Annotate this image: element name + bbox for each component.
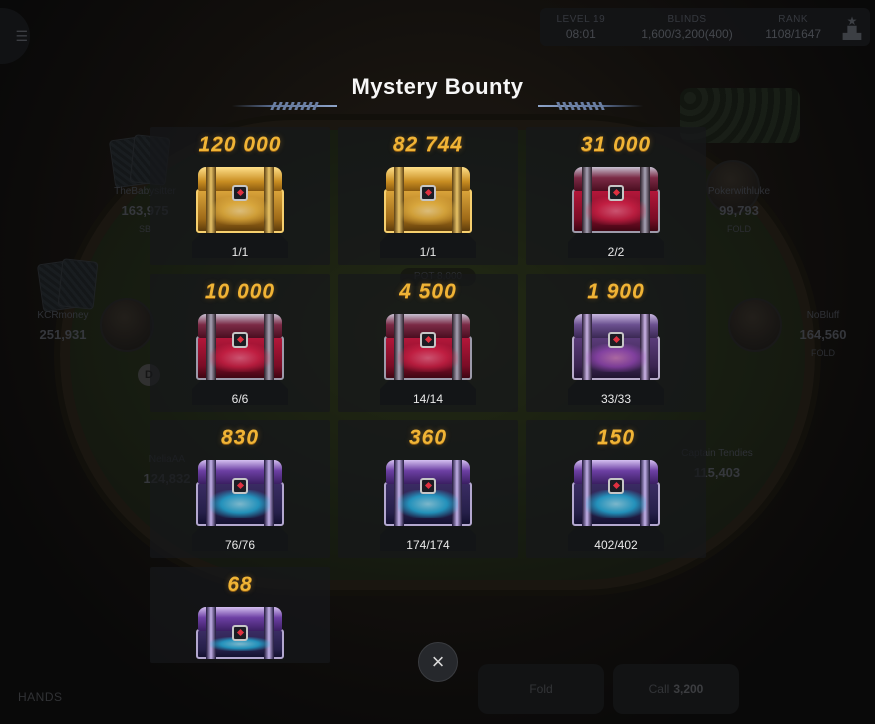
treasure-chest-icon: [384, 460, 472, 526]
close-button[interactable]: ×: [418, 642, 458, 682]
bounty-count: 1/1: [231, 245, 249, 259]
close-icon: ×: [431, 649, 445, 674]
treasure-chest-icon: [196, 167, 284, 233]
bounty-count: 174/174: [406, 538, 450, 552]
treasure-chest-icon: [196, 460, 284, 526]
treasure-chest-icon: [384, 167, 472, 233]
bounty-tile: 830 76/76: [150, 420, 330, 558]
bounty-prize: 4 500: [399, 280, 457, 303]
treasure-chest-icon: [384, 314, 472, 380]
title-divider-right: [538, 100, 643, 112]
bounty-prize: 1 900: [587, 280, 645, 303]
bounty-tile: 31 000 2/2: [526, 127, 706, 265]
bounty-count: 6/6: [231, 392, 249, 406]
bounty-count: 14/14: [412, 392, 444, 406]
bounty-tile: 68: [150, 567, 330, 663]
bounty-prize: 120 000: [198, 133, 282, 156]
bounty-tile: 4 500 14/14: [338, 274, 518, 412]
bounty-count: 76/76: [224, 538, 256, 552]
bounty-prize: 150: [596, 426, 636, 449]
modal-title: Mystery Bounty: [351, 74, 524, 99]
treasure-chest-icon: [196, 607, 284, 659]
title-divider-left: [232, 100, 337, 112]
treasure-chest-icon: [572, 460, 660, 526]
treasure-chest-icon: [572, 314, 660, 380]
bounty-prize: 31 000: [580, 133, 652, 156]
poker-table-screen: ☰ LEVEL 19 08:01 BLINDS 1,600/3,200(400)…: [0, 0, 875, 724]
bounty-tile: 360 174/174: [338, 420, 518, 558]
bounty-prize: 10 000: [204, 280, 276, 303]
treasure-chest-icon: [196, 314, 284, 380]
bounty-count: 402/402: [594, 538, 638, 552]
bounty-tile: 10 000 6/6: [150, 274, 330, 412]
bounty-count: 2/2: [607, 245, 625, 259]
bounty-count: 33/33: [600, 392, 632, 406]
bounty-tile: 150 402/402: [526, 420, 706, 558]
bounty-prize: 360: [408, 426, 448, 449]
bounty-count: 1/1: [419, 245, 437, 259]
treasure-chest-icon: [572, 167, 660, 233]
bounty-tile: 82 744 1/1: [338, 127, 518, 265]
bounty-tile: 120 000 1/1: [150, 127, 330, 265]
bounty-prize: 68: [227, 573, 253, 596]
bounty-tile: 1 900 33/33: [526, 274, 706, 412]
bounty-prize: 830: [220, 426, 260, 449]
bounty-prize: 82 744: [392, 133, 464, 156]
